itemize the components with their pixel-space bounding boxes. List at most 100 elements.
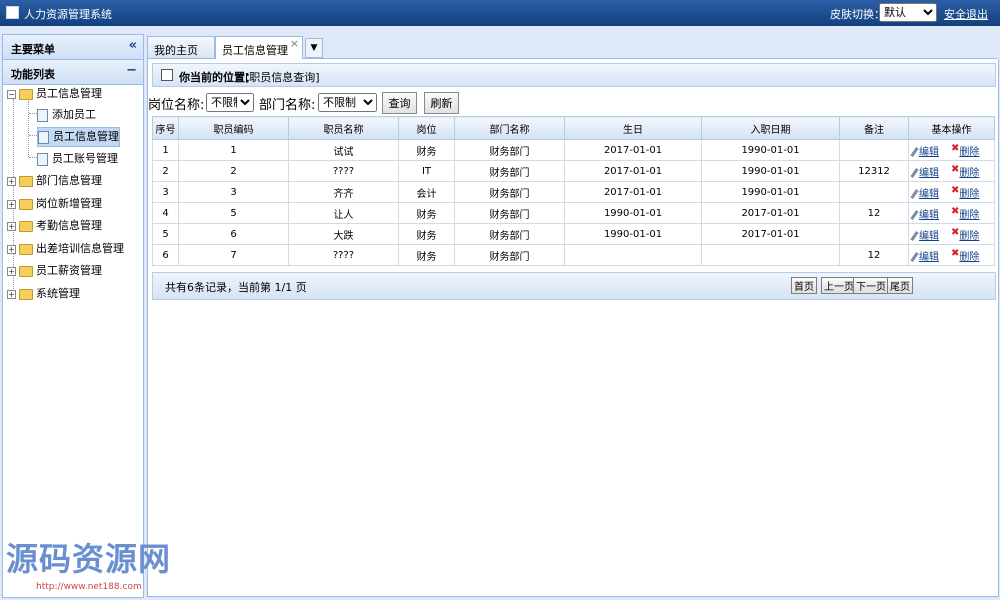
tree-line	[29, 135, 37, 136]
tree-item-label: 员工信息管理	[36, 87, 102, 100]
last-page-button[interactable]: 尾页	[887, 277, 913, 294]
cell: 2017-01-01	[701, 223, 840, 245]
pagination-bar: 共有6条记录，当前第 1/1 页 首页 上一页 下一页 尾页	[152, 272, 996, 300]
tree-item-training[interactable]: + 出差培训信息管理	[7, 240, 124, 258]
collapse-sidebar-icon[interactable]: «	[129, 38, 137, 53]
logout-link[interactable]: 安全退出	[944, 6, 988, 22]
query-button[interactable]: 查询	[382, 92, 417, 114]
position-select[interactable]: 不限制	[206, 93, 254, 112]
next-page-button[interactable]: 下一页	[853, 277, 889, 294]
expand-node-icon[interactable]: +	[7, 221, 16, 231]
tree-item-add-employee[interactable]: 添加员工	[37, 106, 96, 124]
table-row: 2 2 ???? IT 财务部门 2017-01-01 1990-01-01 1…	[152, 160, 995, 182]
department-select[interactable]: 不限制	[318, 93, 377, 112]
cell: 财务部门	[454, 244, 565, 266]
edit-link[interactable]: 编辑	[919, 252, 939, 263]
app-title: 人力资源管理系统	[24, 8, 112, 21]
collapse-list-icon[interactable]: −	[126, 63, 137, 78]
ops-cell: 编辑 ✖删除	[908, 202, 995, 224]
edit-link[interactable]: 编辑	[919, 210, 939, 221]
table-header-row: 序号 职员编码 职员名称 岗位 部门名称 生日 入职日期 备注 基本操作	[152, 116, 995, 140]
cell: 财务部门	[454, 223, 565, 245]
cell: 1	[178, 139, 289, 161]
tree-item-employee-info-manage[interactable]: 员工信息管理	[37, 127, 120, 147]
main-content: 你当前的位置： [职员信息查询] 岗位名称: 不限制 部门名称: 不限制 查询 …	[147, 59, 999, 597]
skin-label: 皮肤切换：	[830, 8, 885, 21]
first-page-button[interactable]: 首页	[791, 277, 817, 294]
filter-bar: 岗位名称: 不限制 部门名称: 不限制 查询 刷新	[148, 92, 998, 114]
cell: 2017-01-01	[701, 202, 840, 224]
folder-icon	[19, 243, 33, 255]
prev-page-button[interactable]: 上一页	[821, 277, 857, 294]
cell: 会计	[398, 181, 455, 203]
cell	[839, 139, 909, 161]
skin-select[interactable]: 默认	[879, 3, 937, 22]
cell: 2017-01-01	[564, 181, 702, 203]
folder-icon	[19, 288, 33, 300]
cell: 1990-01-01	[701, 181, 840, 203]
edit-link[interactable]: 编辑	[919, 231, 939, 242]
delete-link[interactable]: 删除	[959, 252, 979, 263]
expand-node-icon[interactable]: +	[7, 289, 16, 299]
ops-cell: 编辑 ✖删除	[908, 244, 995, 266]
table-row: 1 1 试试 财务 财务部门 2017-01-01 1990-01-01 编辑 ✖…	[152, 139, 995, 161]
cell: 财务	[398, 223, 455, 245]
page-icon	[37, 108, 48, 122]
edit-icon	[910, 167, 919, 178]
close-icon[interactable]: ×	[290, 37, 299, 50]
cell: 2017-01-01	[564, 139, 702, 161]
cell: 7	[178, 244, 289, 266]
cell: 3	[178, 181, 289, 203]
tree-item-attendance[interactable]: + 考勤信息管理	[7, 217, 102, 235]
tab-dropdown-icon[interactable]: ▼	[305, 38, 323, 58]
table-row: 5 6 大跌 财务 财务部门 1990-01-01 2017-01-01 编辑 ✖…	[152, 223, 995, 245]
cell: 财务	[398, 244, 455, 266]
col-header: 部门名称	[454, 116, 565, 140]
folder-icon	[19, 198, 33, 210]
tree-item-system[interactable]: + 系统管理	[7, 285, 80, 303]
cell: 财务部门	[454, 202, 565, 224]
col-header: 职员编码	[178, 116, 289, 140]
tree-item-employee-info[interactable]: − 员工信息管理	[7, 85, 102, 103]
tree-item-label: 部门信息管理	[36, 174, 102, 187]
expand-node-icon[interactable]: +	[7, 176, 16, 186]
tab-employee-info[interactable]: 员工信息管理 ×	[215, 36, 303, 59]
expand-node-icon[interactable]: +	[7, 244, 16, 254]
edit-icon	[910, 146, 919, 157]
collapse-node-icon[interactable]: −	[7, 89, 16, 99]
delete-link[interactable]: 删除	[959, 147, 979, 158]
tree-item-label: 出差培训信息管理	[36, 242, 124, 255]
expand-node-icon[interactable]: +	[7, 266, 16, 276]
cell: ????	[288, 160, 399, 182]
tree-item-employee-account[interactable]: 员工账号管理	[37, 150, 118, 168]
tree-item-position[interactable]: + 岗位新增管理	[7, 195, 102, 213]
delete-link[interactable]: 删除	[959, 168, 979, 179]
tree-item-label: 考勤信息管理	[36, 219, 102, 232]
edit-link[interactable]: 编辑	[919, 189, 939, 200]
cell	[839, 181, 909, 203]
table-row: 3 3 齐齐 会计 财务部门 2017-01-01 1990-01-01 编辑 ✖…	[152, 181, 995, 203]
tree-item-label: 添加员工	[52, 108, 96, 121]
tab-bar: 我的主页 员工信息管理 × ▼	[147, 34, 997, 59]
tree-item-salary[interactable]: + 员工薪资管理	[7, 262, 102, 280]
watermark-text: 源码资源网	[6, 540, 172, 578]
location-bar: 你当前的位置： [职员信息查询]	[152, 63, 996, 87]
tree-line	[28, 101, 29, 157]
delete-link[interactable]: 删除	[959, 231, 979, 242]
table-row: 4 5 让人 财务 财务部门 1990-01-01 2017-01-01 12 …	[152, 202, 995, 224]
refresh-button[interactable]: 刷新	[424, 92, 459, 114]
watermark: 源码资源网 http://www.net188.com	[6, 534, 206, 596]
main-menu-header: 主要菜单 «	[3, 35, 143, 60]
expand-node-icon[interactable]: +	[7, 199, 16, 209]
edit-icon	[910, 188, 919, 199]
cell: 2	[152, 160, 179, 182]
delete-link[interactable]: 删除	[959, 210, 979, 221]
edit-link[interactable]: 编辑	[919, 147, 939, 158]
tab-home[interactable]: 我的主页	[147, 36, 215, 58]
tree-item-label: 岗位新增管理	[36, 197, 102, 210]
edit-link[interactable]: 编辑	[919, 168, 939, 179]
cell: 1990-01-01	[564, 223, 702, 245]
delete-link[interactable]: 删除	[959, 189, 979, 200]
tree-item-department[interactable]: + 部门信息管理	[7, 172, 102, 190]
main-menu-title: 主要菜单	[11, 43, 55, 56]
